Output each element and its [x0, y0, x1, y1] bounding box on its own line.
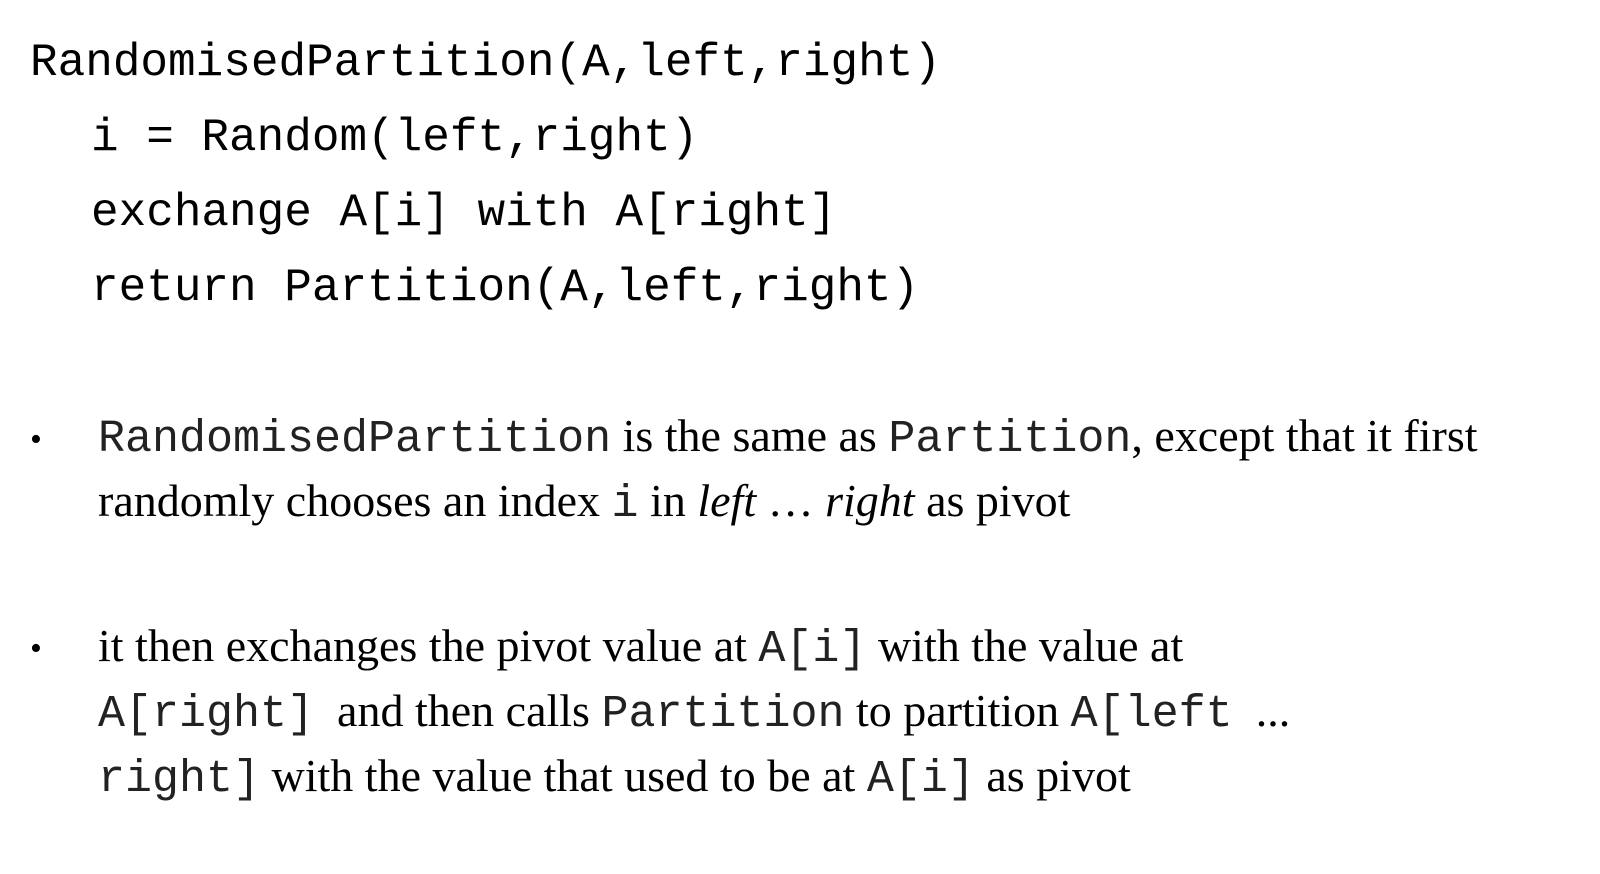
paragraph-text: with the value at — [866, 620, 1184, 671]
paragraph-text: ... — [1232, 685, 1302, 736]
code-line-exchange: exchange A[i] with A[right] — [91, 187, 837, 239]
bullet-paragraph-2: it then exchanges the pivot value at A[i… — [98, 615, 1568, 810]
paragraph-text: as pivot — [974, 750, 1131, 801]
paragraph-text: to partition — [844, 685, 1071, 736]
inline-code: A[right] — [98, 689, 315, 740]
inline-code: Partition — [601, 689, 845, 740]
paragraph-text: and then calls — [314, 685, 602, 736]
inline-code: RandomisedPartition — [98, 414, 612, 465]
inline-code: A[i] — [866, 754, 975, 805]
paragraph-text: as pivot — [914, 475, 1071, 526]
italic-text: left — [697, 475, 757, 526]
bullet-paragraph-1: RandomisedPartition is the same as Parti… — [98, 405, 1568, 535]
bullet-marker: • — [30, 630, 42, 667]
italic-text: right — [825, 475, 915, 526]
paragraph-text: with the value that used to be at — [260, 750, 867, 801]
paragraph-text: it then exchanges the pivot value at — [98, 620, 759, 671]
paragraph-text: in — [638, 475, 698, 526]
inline-code: A[left — [1070, 689, 1233, 740]
paragraph-text: is the same as — [611, 410, 889, 461]
paragraph-text: … — [756, 475, 826, 526]
inline-code: right] — [98, 754, 261, 805]
code-line-signature: RandomisedPartition(A,left,right) — [30, 37, 941, 89]
code-line-return: return Partition(A,left,right) — [91, 262, 920, 314]
inline-code: Partition — [888, 414, 1132, 465]
inline-code: i — [611, 479, 639, 530]
inline-code: A[i] — [758, 624, 867, 675]
bullet-marker: • — [30, 421, 42, 458]
code-line-random: i = Random(left,right) — [91, 112, 699, 164]
